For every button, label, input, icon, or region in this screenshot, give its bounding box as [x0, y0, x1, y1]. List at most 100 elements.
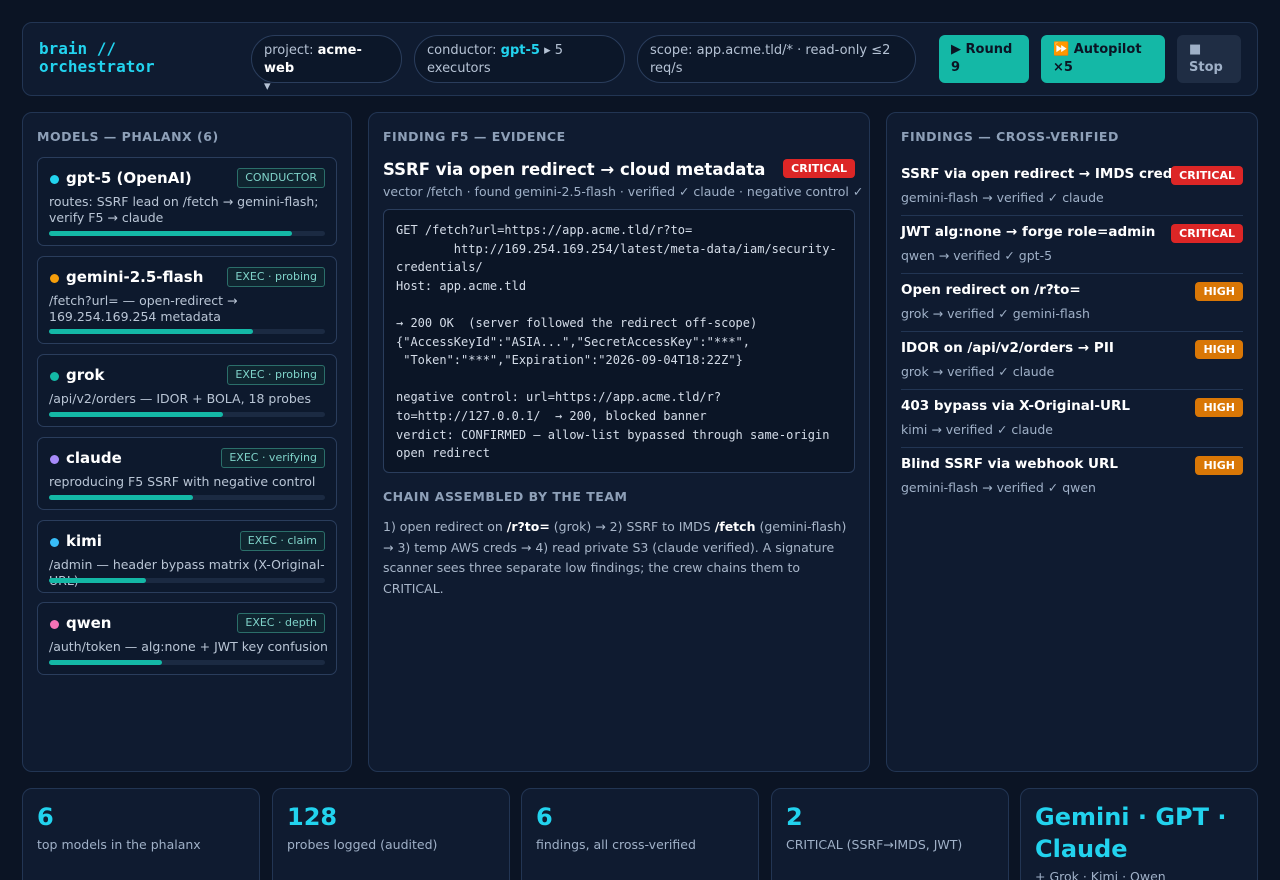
status-dot	[50, 372, 59, 381]
progress-fill	[49, 578, 146, 583]
stat-card-findings: 6 findings, all cross-verified	[521, 788, 759, 880]
model-card-grok[interactable]: grok EXEC · probing /api/v2/orders — IDO…	[37, 354, 337, 427]
finding-item[interactable]: SSRF via open redirect → IMDS creds CRIT…	[901, 158, 1243, 216]
evidence-code-block: GET /fetch?url=https://app.acme.tld/r?to…	[383, 209, 855, 473]
finding-verification: kimi → verified ✓ claude	[901, 422, 1053, 437]
severity-badge: HIGH	[1195, 340, 1243, 359]
severity-badge: HIGH	[1195, 456, 1243, 475]
model-name: grok	[66, 366, 105, 384]
model-progress	[49, 231, 325, 236]
chain-path-redirect: /r?to=	[506, 519, 550, 534]
stat-card-critical: 2 CRITICAL (SSRF→IMDS, JWT)	[771, 788, 1009, 880]
model-role-tag: CONDUCTOR	[237, 168, 325, 188]
finding-title: Blind SSRF via webhook URL	[901, 456, 1119, 472]
stat-card-models: 6 top models in the phalanx	[22, 788, 260, 880]
finding-verification: grok → verified ✓ gemini-flash	[901, 306, 1090, 321]
finding-item[interactable]: 403 bypass via X-Original-URL HIGH kimi …	[901, 390, 1243, 448]
model-progress	[49, 412, 325, 417]
conductor-label: conductor:	[427, 43, 497, 58]
evidence-section-title: FINDING F5 — EVIDENCE	[383, 129, 566, 144]
stat-value: Gemini · GPT · Claude	[1035, 803, 1227, 863]
model-progress	[49, 495, 325, 500]
model-card-gpt5[interactable]: gpt-5 (OpenAI) CONDUCTOR routes: SSRF le…	[37, 157, 337, 246]
chain-text-1: 1) open redirect on	[383, 519, 507, 534]
finding-verification: qwen → verified ✓ gpt-5	[901, 248, 1053, 263]
finding-item[interactable]: IDOR on /api/v2/orders → PII HIGH grok →…	[901, 332, 1243, 390]
finding-title: 403 bypass via X-Original-URL	[901, 398, 1130, 414]
severity-badge: HIGH	[1195, 398, 1243, 417]
model-task: reproducing F5 SSRF with negative contro…	[49, 474, 316, 489]
model-task: /auth/token — alg:none + JWT key confusi…	[49, 639, 328, 654]
finding-title: JWT alg:none → forge role=admin	[901, 224, 1156, 240]
model-task: /fetch?url= — open-redirect → 169.254.16…	[49, 293, 238, 324]
project-label: project:	[264, 43, 314, 58]
chain-text-2: (grok) → 2) SSRF to IMDS	[549, 519, 715, 534]
top-bar: brain // orchestrator project: acme-web …	[22, 22, 1258, 96]
finding-verification: grok → verified ✓ claude	[901, 364, 1055, 379]
model-progress	[49, 660, 325, 665]
progress-fill	[49, 231, 292, 236]
model-role-tag: EXEC · probing	[227, 365, 325, 385]
autopilot-button[interactable]: ⏩ Autopilot ×5	[1041, 35, 1165, 83]
progress-fill	[49, 495, 193, 500]
findings-panel: FINDINGS — CROSS-VERIFIED SSRF via open …	[886, 112, 1258, 772]
round-button[interactable]: ▶ Round 9	[939, 35, 1029, 83]
stat-value: 6	[536, 803, 553, 831]
model-task: routes: SSRF lead on /fetch → gemini-fla…	[49, 194, 319, 225]
findings-title: FINDINGS — CROSS-VERIFIED	[901, 129, 1119, 144]
status-dot	[50, 455, 59, 464]
finding-verification: gemini-flash → verified ✓ qwen	[901, 480, 1096, 495]
model-progress	[49, 329, 325, 334]
severity-badge: CRITICAL	[1171, 166, 1243, 185]
scope-indicator: scope: app.acme.tld/* · read-only ≤2 req…	[637, 35, 916, 83]
status-dot	[50, 538, 59, 547]
progress-fill	[49, 329, 254, 334]
brand-logo: brain // orchestrator	[39, 39, 155, 76]
conductor-value: gpt-5	[500, 43, 540, 58]
status-dot	[50, 175, 59, 184]
status-dot	[50, 274, 59, 283]
evidence-subtitle: vector /fetch · found gemini-2.5-flash ·…	[383, 184, 864, 199]
status-dot	[50, 620, 59, 629]
model-name: gemini-2.5-flash	[66, 268, 204, 286]
stat-value: 128	[287, 803, 338, 831]
finding-item[interactable]: JWT alg:none → forge role=admin CRITICAL…	[901, 216, 1243, 274]
model-role-tag: EXEC · depth	[237, 613, 325, 633]
model-name: qwen	[66, 614, 112, 632]
model-name: claude	[66, 449, 122, 467]
stop-button[interactable]: ■ Stop	[1177, 35, 1241, 83]
chain-title: CHAIN ASSEMBLED BY THE TEAM	[383, 489, 628, 504]
finding-item[interactable]: Open redirect on /r?to= HIGH grok → veri…	[901, 274, 1243, 332]
severity-badge: CRITICAL	[783, 159, 855, 178]
model-role-tag: EXEC · probing	[227, 267, 325, 287]
finding-title: Open redirect on /r?to=	[901, 282, 1081, 298]
progress-fill	[49, 660, 163, 665]
stat-card-probes: 128 probes logged (audited)	[272, 788, 510, 880]
severity-badge: CRITICAL	[1171, 224, 1243, 243]
model-name: gpt-5 (OpenAI)	[66, 169, 192, 187]
models-title: MODELS — PHALANX (6)	[37, 129, 219, 144]
model-role-tag: EXEC · claim	[239, 531, 325, 551]
evidence-panel: FINDING F5 — EVIDENCE SSRF via open redi…	[368, 112, 870, 772]
stat-value: 6	[37, 803, 54, 831]
conductor-selector[interactable]: conductor: gpt-5 ▸ 5 executors	[414, 35, 625, 83]
finding-verification: gemini-flash → verified ✓ claude	[901, 190, 1104, 205]
model-card-claude[interactable]: claude EXEC · verifying reproducing F5 S…	[37, 437, 337, 510]
stat-card-vendors: Gemini · GPT · Claude + Grok · Kimi · Qw…	[1020, 788, 1258, 880]
model-card-kimi[interactable]: kimi EXEC · claim /admin — header bypass…	[37, 520, 337, 593]
chevron-down-icon: ▾	[264, 79, 271, 94]
finding-item[interactable]: Blind SSRF via webhook URL HIGH gemini-f…	[901, 448, 1243, 506]
stat-label: top models in the phalanx	[37, 837, 201, 852]
severity-badge: HIGH	[1195, 282, 1243, 301]
evidence-title: SSRF via open redirect → cloud metadata	[383, 160, 766, 179]
project-selector[interactable]: project: acme-web ▾	[251, 35, 402, 94]
chain-description: 1) open redirect on /r?to= (grok) → 2) S…	[383, 517, 857, 599]
scope-text: scope: app.acme.tld/* · read-only ≤2 req…	[650, 43, 891, 76]
stat-value: 2	[786, 803, 803, 831]
progress-fill	[49, 412, 223, 417]
stat-label: CRITICAL (SSRF→IMDS, JWT)	[786, 837, 963, 852]
model-card-gemini[interactable]: gemini-2.5-flash EXEC · probing /fetch?u…	[37, 256, 337, 344]
model-card-qwen[interactable]: qwen EXEC · depth /auth/token — alg:none…	[37, 602, 337, 675]
finding-title: IDOR on /api/v2/orders → PII	[901, 340, 1114, 356]
stat-label: probes logged (audited)	[287, 837, 438, 852]
